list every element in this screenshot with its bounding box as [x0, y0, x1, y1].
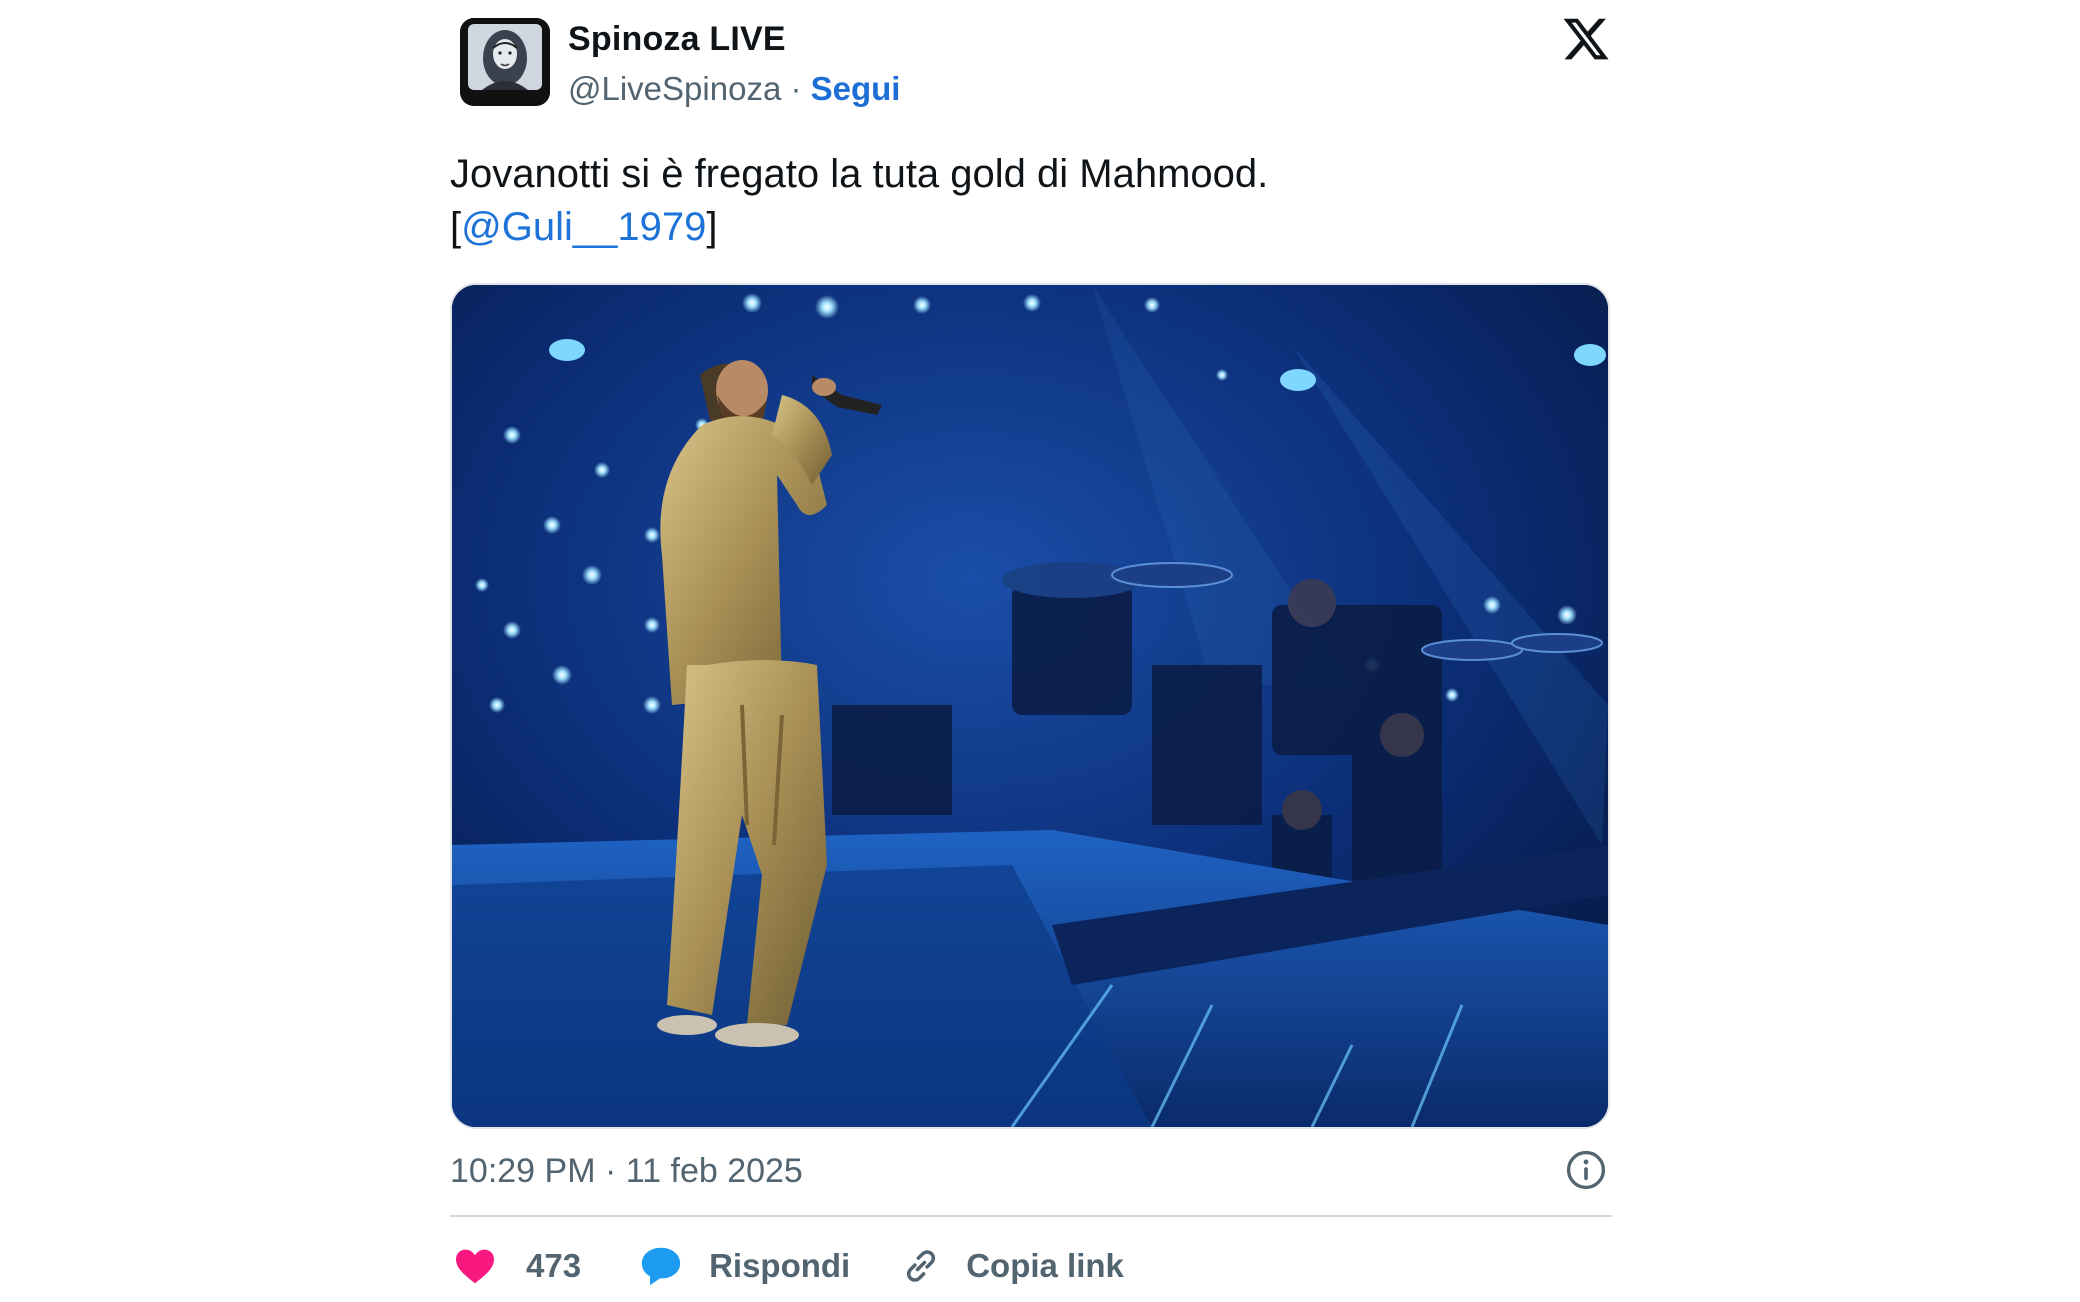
- copy-link-button[interactable]: Copia link: [900, 1238, 1124, 1294]
- bracket-close: ]: [706, 205, 718, 249]
- time-separator: ·: [595, 1152, 626, 1190]
- like-count: 473: [526, 1247, 582, 1284]
- concert-stage-photo: [452, 285, 1608, 1127]
- tweet-embed: Spinoza LIVE @LiveSpinoza · Segui Jovano…: [450, 0, 1612, 1302]
- handle-row: @LiveSpinoza · Segui: [568, 70, 900, 108]
- divider: [450, 1215, 1612, 1217]
- handle[interactable]: @LiveSpinoza: [568, 70, 781, 107]
- link-icon: [900, 1245, 942, 1287]
- tweet-media[interactable]: [450, 283, 1610, 1129]
- tweet-mention-line: [@Guli__1979]: [450, 201, 1600, 254]
- copy-link-label: Copia link: [966, 1247, 1124, 1284]
- heart-icon: [454, 1247, 496, 1285]
- speech-bubble-icon: [639, 1245, 683, 1287]
- handle-separator: ·: [781, 70, 811, 107]
- like-button[interactable]: 473: [450, 1238, 581, 1294]
- reply-label: Rispondi: [709, 1247, 851, 1284]
- tweet-time: 10:29 PM: [450, 1152, 596, 1190]
- tweet-text: Jovanotti si è fregato la tuta gold di M…: [450, 148, 1600, 254]
- tweet-timestamp[interactable]: 10:29 PM · 11 feb 2025: [450, 1152, 803, 1191]
- display-name[interactable]: Spinoza LIVE: [568, 20, 786, 59]
- tweet-date: 11 feb 2025: [625, 1152, 803, 1190]
- spinoza-portrait-avatar-icon: [460, 18, 550, 106]
- x-logo-icon[interactable]: [1560, 14, 1612, 64]
- action-bar: 473 Rispondi Copia link: [450, 1238, 1124, 1294]
- reply-button[interactable]: Rispondi: [639, 1238, 850, 1294]
- info-icon[interactable]: [1564, 1148, 1608, 1192]
- avatar[interactable]: [460, 18, 550, 106]
- follow-button[interactable]: Segui: [811, 70, 901, 107]
- mention-link[interactable]: @Guli__1979: [461, 205, 706, 249]
- bracket-open: [: [450, 205, 462, 249]
- tweet-text-line: Jovanotti si è fregato la tuta gold di M…: [450, 152, 1269, 196]
